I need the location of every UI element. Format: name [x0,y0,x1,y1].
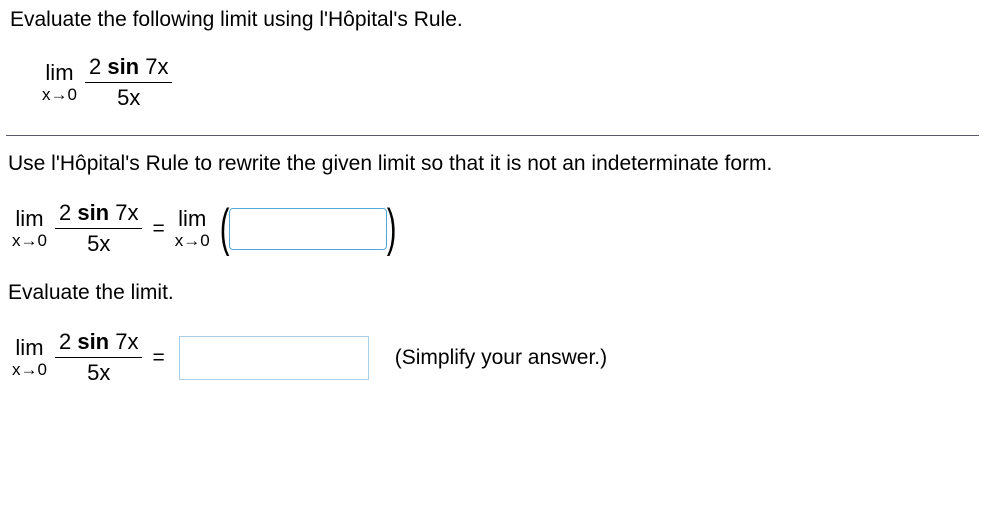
rewrite-answer-input[interactable] [229,208,387,250]
fraction-eval: 2 sin 7x 5x [55,329,143,386]
rewrite-equation-row: lim x→0 2 sin 7x 5x = lim x→0 ( ) [6,200,979,257]
lim-subscript: x→0 [12,361,47,379]
equals-sign: = [152,217,164,241]
lim-word: lim [45,61,73,84]
denominator: 5x [87,229,110,257]
final-answer-input[interactable] [179,336,369,380]
lim-subscript: x→0 [12,232,47,250]
section-divider [6,135,979,136]
lim-word: lim [178,207,206,230]
question-prompt: Evaluate the following limit using l'Hôp… [6,8,979,32]
rewrite-input-container: ( ) [216,208,401,250]
limit-expression: lim x→0 2 sin 7x 5x [6,54,172,111]
evaluate-equation-row: lim x→0 2 sin 7x 5x = (Simplify your ans… [6,329,979,386]
lim-operator: lim x→0 [42,61,77,104]
lim-operator-right: lim x→0 [175,207,210,250]
simplify-hint: (Simplify your answer.) [395,346,607,370]
lim-word: lim [15,207,43,230]
denominator: 5x [87,358,110,386]
lim-operator-left: lim x→0 [12,207,47,250]
right-paren-icon: ) [387,208,397,250]
fraction: 2 sin 7x 5x [85,54,173,111]
lim-operator-eval: lim x→0 [12,336,47,379]
numerator: 2 sin 7x [55,200,143,228]
lim-word: lim [15,336,43,359]
equals-sign-eval: = [152,346,164,370]
lim-subscript: x→0 [175,232,210,250]
numerator: 2 sin 7x [85,54,173,82]
lim-subscript: x→0 [42,86,77,104]
left-paren-icon: ( [220,208,230,250]
denominator: 5x [117,83,140,111]
rewrite-instruction: Use l'Hôpital's Rule to rewrite the give… [6,152,979,176]
fraction-left: 2 sin 7x 5x [55,200,143,257]
numerator: 2 sin 7x [55,329,143,357]
evaluate-instruction: Evaluate the limit. [6,281,979,305]
